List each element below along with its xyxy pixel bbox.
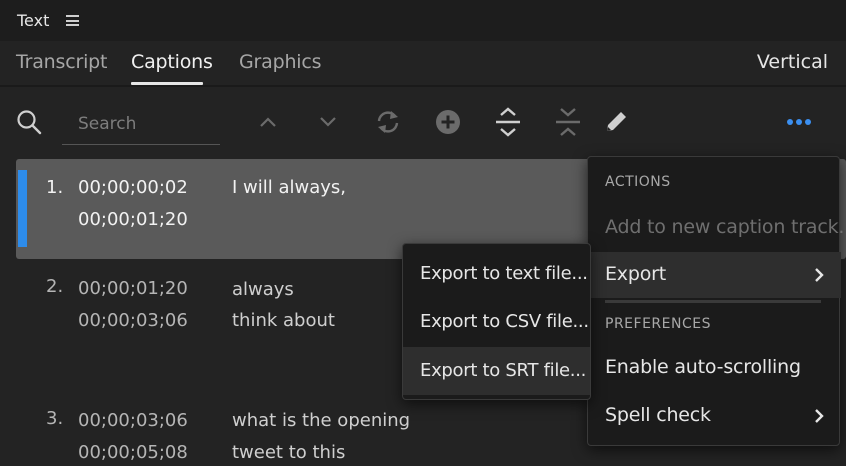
expand-vertical-icon [496, 107, 520, 137]
menu-item-export[interactable]: Export [588, 252, 841, 298]
edit-button[interactable] [601, 107, 631, 137]
menu-divider [605, 300, 821, 303]
chevron-down-icon [320, 117, 336, 127]
caption-start-time[interactable]: 00;00;00;02 [78, 172, 188, 204]
caption-text-line-2[interactable]: think about [232, 305, 335, 337]
tab-graphics[interactable]: Graphics [239, 51, 322, 73]
caption-text-line-1[interactable]: what is the opening [232, 405, 410, 437]
menu-item-label: Export [605, 263, 666, 285]
search-input[interactable] [62, 103, 220, 145]
add-circle-icon [436, 110, 460, 134]
hamburger-menu-icon[interactable] [66, 15, 79, 26]
chevron-right-icon [815, 409, 824, 423]
active-tab-indicator [131, 82, 203, 85]
menu-item-export-csv-file[interactable]: Export to CSV file... [403, 298, 590, 346]
collapse-vertical-icon [556, 108, 580, 136]
tabs-bar: Transcript Captions Graphics Vertical [0, 41, 846, 87]
caption-end-time[interactable]: 00;00;03;06 [78, 305, 188, 337]
actions-section-header: ACTIONS [605, 174, 671, 190]
search-icon [17, 110, 42, 135]
menu-item-export-text-file[interactable]: Export to text file... [403, 250, 590, 298]
menu-item-spell-check[interactable]: Spell check [588, 393, 841, 439]
chevron-right-icon [815, 268, 824, 282]
caption-text-line-1[interactable]: I will always, [232, 172, 346, 204]
previous-result-button[interactable] [253, 107, 283, 137]
more-options-button[interactable] [784, 107, 814, 137]
add-caption-button[interactable] [433, 107, 463, 137]
tab-transcript[interactable]: Transcript [16, 51, 107, 73]
merge-captions-button[interactable] [553, 107, 583, 137]
caption-end-time[interactable]: 00;00;05;08 [78, 437, 188, 466]
next-result-button[interactable] [313, 107, 343, 137]
refresh-button[interactable] [373, 107, 403, 137]
caption-start-time[interactable]: 00;00;03;06 [78, 405, 188, 437]
menu-item-label: Export to SRT file... [420, 360, 587, 381]
captions-toolbar [0, 89, 846, 155]
more-options-menu: ACTIONS Add to new caption track... Expo… [587, 156, 846, 446]
selection-indicator [18, 170, 27, 247]
caption-end-time[interactable]: 00;00;01;20 [78, 204, 188, 236]
preferences-section-header: PREFERENCES [605, 316, 711, 332]
caption-number: 1. [46, 177, 64, 198]
refresh-icon [377, 111, 399, 133]
pencil-icon [607, 112, 626, 131]
more-icon [787, 119, 811, 125]
view-mode-toggle[interactable]: Vertical [757, 51, 828, 73]
split-caption-button[interactable] [493, 107, 523, 137]
menu-item-export-srt-file[interactable]: Export to SRT file... [403, 347, 590, 395]
caption-text-line-2[interactable]: tweet to this [232, 437, 345, 466]
export-submenu: Export to text file... Export to CSV fil… [402, 243, 591, 400]
caption-number: 3. [46, 408, 64, 429]
menu-item-label: Enable auto-scrolling [605, 356, 801, 378]
chevron-up-icon [260, 117, 276, 127]
caption-text-line-1[interactable]: always [232, 274, 294, 306]
menu-item-label: Export to text file... [420, 263, 588, 284]
caption-number: 2. [46, 276, 64, 297]
menu-item-label: Spell check [605, 404, 711, 426]
menu-item-label: Export to CSV file... [420, 311, 589, 332]
tab-captions[interactable]: Captions [131, 51, 213, 73]
menu-item-add-to-new-caption-track: Add to new caption track... [588, 205, 846, 251]
panel-header: Text [0, 0, 846, 41]
menu-item-enable-auto-scrolling[interactable]: Enable auto-scrolling [588, 345, 841, 391]
caption-start-time[interactable]: 00;00;01;20 [78, 273, 188, 305]
menu-item-label: Add to new caption track... [605, 216, 846, 238]
panel-title: Text [17, 11, 50, 30]
